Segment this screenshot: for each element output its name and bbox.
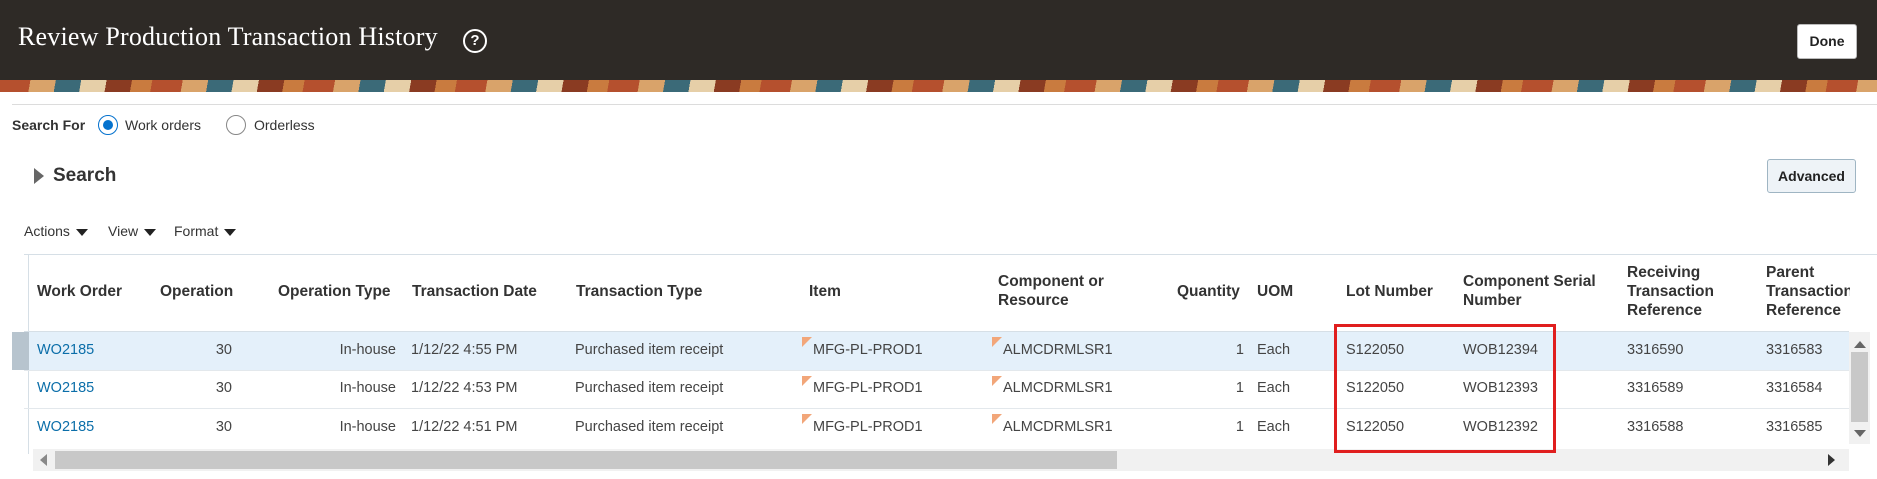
- flag-icon: [992, 376, 1002, 386]
- col-header-operation[interactable]: Operation: [160, 282, 233, 301]
- done-button[interactable]: Done: [1797, 24, 1857, 59]
- format-label: Format: [174, 223, 219, 239]
- col-header-transaction-date[interactable]: Transaction Date: [412, 282, 537, 301]
- col-header-component-serial-number[interactable]: Component Serial Number: [1463, 272, 1613, 310]
- scroll-right-icon[interactable]: [1828, 454, 1835, 466]
- col-header-uom[interactable]: UOM: [1257, 282, 1293, 301]
- work-order-link[interactable]: WO2185: [37, 342, 94, 358]
- transaction-type-cell: Purchased item receipt: [575, 380, 724, 396]
- transaction-type-cell: Purchased item receipt: [575, 419, 724, 435]
- item-cell: MFG-PL-PROD1: [813, 419, 923, 435]
- vertical-scroll-thumb[interactable]: [1851, 352, 1868, 422]
- orderless-radio[interactable]: [226, 115, 246, 135]
- transaction-date-cell: 1/12/22 4:55 PM: [411, 342, 518, 358]
- receiving-ref-cell: 3316590: [1627, 342, 1684, 358]
- highlight-box: [1334, 324, 1556, 453]
- receiving-ref-cell: 3316588: [1627, 419, 1684, 435]
- orderless-label: Orderless: [254, 117, 315, 133]
- receiving-ref-cell: 3316589: [1627, 380, 1684, 396]
- component-cell: ALMCDRMLSR1: [1003, 380, 1113, 396]
- view-menu[interactable]: View: [108, 223, 157, 239]
- scroll-left-icon[interactable]: [40, 454, 47, 466]
- parent-ref-cell: 3316585: [1766, 419, 1823, 435]
- actions-menu[interactable]: Actions: [24, 223, 88, 239]
- col-header-transaction-type[interactable]: Transaction Type: [576, 282, 702, 301]
- uom-cell: Each: [1257, 380, 1291, 396]
- expand-search-icon[interactable]: [34, 168, 44, 184]
- decorative-banner: [0, 80, 1877, 92]
- col-header-lot-number[interactable]: Lot Number: [1346, 282, 1433, 301]
- uom-cell: Each: [1257, 342, 1291, 358]
- chevron-down-icon: [144, 228, 157, 236]
- selected-row-indicator: [12, 332, 29, 370]
- divider: [12, 104, 1877, 105]
- view-label: View: [108, 223, 139, 239]
- operation-cell: 30: [215, 419, 232, 435]
- scroll-down-icon[interactable]: [1854, 430, 1866, 437]
- chevron-down-icon: [75, 228, 88, 236]
- col-header-component-or-resource[interactable]: Component or Resource: [998, 272, 1138, 310]
- actions-label: Actions: [24, 223, 70, 239]
- advanced-button[interactable]: Advanced: [1767, 159, 1856, 193]
- operation-type-cell: In-house: [339, 380, 396, 396]
- parent-ref-cell: 3316583: [1766, 342, 1823, 358]
- item-cell: MFG-PL-PROD1: [813, 342, 923, 358]
- chevron-down-icon: [224, 228, 237, 236]
- operation-type-cell: In-house: [339, 342, 396, 358]
- quantity-cell: 1: [1235, 342, 1244, 358]
- transaction-type-cell: Purchased item receipt: [575, 342, 724, 358]
- quantity-cell: 1: [1235, 380, 1244, 396]
- flag-icon: [802, 376, 812, 386]
- flag-icon: [992, 337, 1002, 347]
- col-header-item[interactable]: Item: [809, 282, 841, 301]
- work-orders-label: Work orders: [125, 117, 201, 133]
- parent-ref-cell: 3316584: [1766, 380, 1823, 396]
- component-cell: ALMCDRMLSR1: [1003, 419, 1113, 435]
- transaction-date-cell: 1/12/22 4:53 PM: [411, 380, 518, 396]
- page-title: Review Production Transaction History: [18, 22, 438, 51]
- scroll-up-icon[interactable]: [1854, 341, 1866, 348]
- col-header-receiving-transaction-reference[interactable]: Receiving Transaction Reference: [1627, 263, 1737, 320]
- flag-icon: [802, 414, 812, 424]
- item-cell: MFG-PL-PROD1: [813, 380, 923, 396]
- work-order-link[interactable]: WO2185: [37, 419, 94, 435]
- uom-cell: Each: [1257, 419, 1291, 435]
- work-order-link[interactable]: WO2185: [37, 380, 94, 396]
- help-icon[interactable]: ?: [463, 29, 487, 53]
- transaction-date-cell: 1/12/22 4:51 PM: [411, 419, 518, 435]
- flag-icon: [992, 414, 1002, 424]
- col-header-parent-transaction-reference[interactable]: Parent Transaction Reference: [1766, 263, 1850, 323]
- col-header-quantity[interactable]: Quantity: [1177, 282, 1240, 301]
- table-row[interactable]: [12, 371, 1849, 409]
- operation-cell: 30: [215, 342, 232, 358]
- flag-icon: [802, 337, 812, 347]
- operation-cell: 30: [215, 380, 232, 396]
- work-orders-radio[interactable]: [98, 115, 118, 135]
- col-header-operation-type[interactable]: Operation Type: [278, 282, 391, 301]
- operation-type-cell: In-house: [339, 419, 396, 435]
- component-cell: ALMCDRMLSR1: [1003, 342, 1113, 358]
- format-menu[interactable]: Format: [174, 223, 237, 239]
- col-header-work-order[interactable]: Work Order: [37, 282, 122, 301]
- horizontal-scroll-thumb[interactable]: [55, 451, 1117, 469]
- search-panel-title[interactable]: Search: [53, 165, 116, 187]
- table-row[interactable]: [12, 332, 1849, 370]
- search-for-label: Search For: [12, 117, 86, 133]
- quantity-cell: 1: [1235, 419, 1244, 435]
- table-row[interactable]: [12, 409, 1849, 447]
